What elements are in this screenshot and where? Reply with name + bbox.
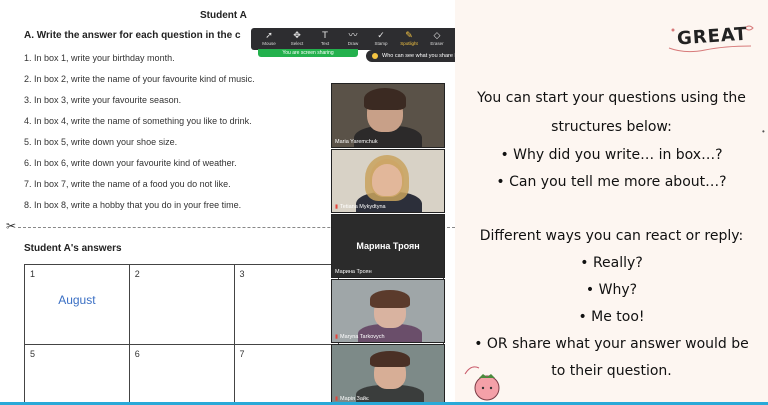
toolbar-label: Eraser <box>430 41 444 46</box>
slide-line-6: Different ways you can react or reply: <box>479 228 744 244</box>
slide-line-9: • Me too! <box>578 309 645 325</box>
section-heading: A. Write the answer for each question in… <box>24 30 241 41</box>
instruction-7: 7. In box 7, write the name of a food yo… <box>24 179 231 189</box>
video-tile-4[interactable]: ▮ Maryna Tarkovych <box>331 279 445 343</box>
slide-line-3: • Why did you write… in box…? <box>500 147 723 163</box>
slide-line-1: You can start your questions using the <box>477 90 746 106</box>
instruction-8: 8. In box 8, write a hobby that you do i… <box>24 200 242 210</box>
answer-box-3[interactable]: 3 <box>233 264 340 345</box>
strawberry-sticker-icon <box>464 366 500 401</box>
slide-line-2: structures below: <box>551 119 672 135</box>
participant-name: Марина Троян <box>335 269 372 275</box>
slide-line-8: • Why? <box>585 282 638 298</box>
instruction-6: 6. In box 6, write down your favourite k… <box>24 158 237 168</box>
cursor-icon: ➚ <box>265 31 273 41</box>
box-number: 6 <box>134 349 140 359</box>
slide-line-10: • OR share what your answer would be <box>474 336 749 352</box>
box-number: 5 <box>30 349 36 359</box>
screen-sharing-banner[interactable]: You are screen sharing <box>258 49 358 57</box>
video-tile-3[interactable]: Марина Троян Марина Троян <box>331 214 445 278</box>
toolbar-select-button[interactable]: ✥ Select <box>283 28 311 50</box>
scissors-icon: ✂ <box>6 219 17 233</box>
toolbar-label: Spotlight <box>400 41 418 46</box>
participant-name: ▮ Tetiana Mykydtyna <box>335 204 386 210</box>
answers-title: Student A's answers <box>24 243 122 254</box>
toolbar-stamp-button[interactable]: ✓ Stamp <box>367 28 395 50</box>
slide-line-4: • Can you tell me more about…? <box>496 174 727 190</box>
instruction-2: 2. In box 2, write the name of your favo… <box>24 74 255 84</box>
toolbar-label: Draw <box>347 41 359 46</box>
box-number: 7 <box>239 349 245 359</box>
video-tile-5[interactable]: ▮ Марія Зайє <box>331 344 445 405</box>
muted-mic-icon: ▮ <box>335 204 339 210</box>
instruction-3: 3. In box 3, write your favourite season… <box>24 95 182 105</box>
participant-hair <box>364 88 406 110</box>
toolbar-label: Select <box>290 41 304 46</box>
box-answer: August <box>58 293 96 307</box>
toolbar-mouse-button[interactable]: ➚ Mouse <box>255 28 283 50</box>
slide-line-7: • Really? <box>580 255 643 271</box>
toolbar-label: Text <box>320 41 330 46</box>
participant-display-name: Марина Троян <box>356 241 420 251</box>
participant-name: Maria Yaremchuk <box>335 139 378 145</box>
video-tile-2[interactable]: ▮ Tetiana Mykydtyna <box>331 149 445 213</box>
participant-hair <box>370 351 410 367</box>
spotlight-icon: ✎ <box>405 31 413 41</box>
toolbar-eraser-button[interactable]: ◇ Eraser <box>423 28 451 50</box>
draw-icon: 〰 <box>348 31 358 41</box>
participant-name: ▮ Maryna Tarkovych <box>335 334 385 340</box>
answer-box-6[interactable]: 6 <box>128 344 235 405</box>
participant-hair <box>370 290 410 308</box>
info-icon <box>372 53 378 59</box>
worksheet-title: Student A <box>200 10 247 21</box>
great-sticker: GREAT <box>665 20 757 54</box>
answer-box-2[interactable]: 2 <box>128 264 235 345</box>
instruction-5: 5. In box 5, write down your shoe size. <box>24 137 178 147</box>
decor-dot: • <box>762 127 765 136</box>
toolbar-text-button[interactable]: T Text <box>311 28 339 50</box>
toolbar-spotlight-button[interactable]: ✎ Spotlight <box>395 28 423 50</box>
slide-panel: GREAT You can start your questions using… <box>455 0 768 402</box>
toolbar-label: Mouse <box>262 41 276 46</box>
video-tile-1[interactable]: Maria Yaremchuk <box>331 83 445 148</box>
box-number: 2 <box>134 269 140 279</box>
stamp-icon: ✓ <box>377 31 385 41</box>
instruction-1: 1. In box 1, write your birthday month. <box>24 53 175 63</box>
box-number: 1 <box>30 269 36 279</box>
instruction-4: 4. In box 4, write the name of something… <box>24 116 252 126</box>
answer-box-1[interactable]: 1 August <box>24 264 130 345</box>
select-icon: ✥ <box>293 31 301 41</box>
toolbar-draw-button[interactable]: 〰 Draw <box>339 28 367 50</box>
toolbar-label: Stamp <box>374 41 388 46</box>
participant-face-front <box>372 164 402 196</box>
eraser-icon: ◇ <box>433 31 441 41</box>
text-icon: T <box>322 31 328 41</box>
answer-box-5[interactable]: 5 <box>24 344 130 405</box>
answer-box-7[interactable]: 7 <box>233 344 340 405</box>
box-number: 3 <box>239 269 245 279</box>
muted-mic-icon: ▮ <box>335 334 339 340</box>
